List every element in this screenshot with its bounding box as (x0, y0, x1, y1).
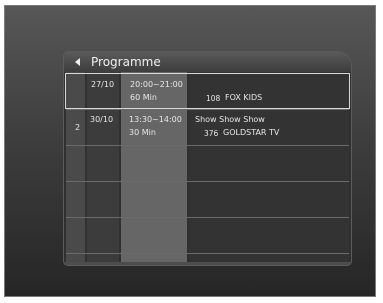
list-item[interactable] (64, 146, 351, 182)
list-item[interactable]: 2 30/10 13:30~14:00 30 Min Show Show Sho… (64, 110, 351, 146)
row-date: 27/10 (91, 80, 115, 89)
programme-panel: Programme 27/10 20:00~21:00 60 Min 108 F… (64, 52, 351, 265)
row-index: 2 (75, 123, 81, 132)
row-show: Show Show Show (195, 115, 265, 124)
panel-footer (64, 262, 351, 265)
row-channel-name: FOX KIDS (225, 93, 263, 102)
screen-frame: Programme 27/10 20:00~21:00 60 Min 108 F… (4, 5, 376, 297)
list-item[interactable]: 27/10 20:00~21:00 60 Min 108 FOX KIDS (65, 73, 350, 109)
row-channel-name: GOLDSTAR TV (223, 128, 280, 137)
back-arrow-icon[interactable] (75, 58, 80, 66)
row-duration: 30 Min (129, 128, 156, 137)
row-date: 30/10 (90, 115, 114, 124)
list-item[interactable] (64, 182, 351, 218)
row-channel-number: 108 (206, 94, 221, 103)
row-duration: 60 Min (130, 93, 157, 102)
programme-list: 27/10 20:00~21:00 60 Min 108 FOX KIDS 2 … (64, 72, 351, 265)
panel-title: Programme (91, 55, 161, 69)
row-time: 20:00~21:00 (130, 80, 183, 89)
row-time: 13:30~14:00 (129, 115, 182, 124)
row-channel-number: 376 (204, 129, 219, 138)
panel-header: Programme (64, 52, 351, 72)
list-item[interactable] (64, 218, 351, 254)
